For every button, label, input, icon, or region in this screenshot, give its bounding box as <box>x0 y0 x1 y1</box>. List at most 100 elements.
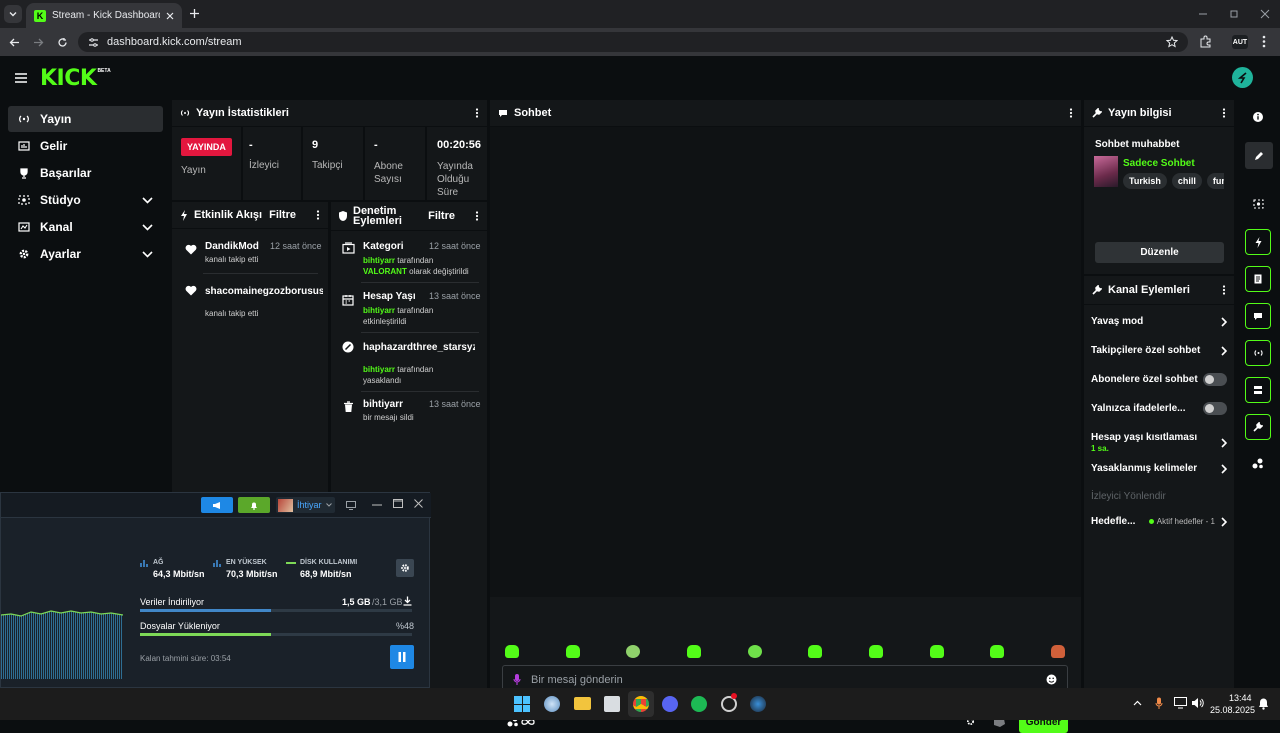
emote-button[interactable] <box>686 645 701 658</box>
chrome-icon[interactable] <box>633 696 649 712</box>
chat-messages-area[interactable] <box>490 127 1081 597</box>
studio-icon[interactable] <box>1253 199 1264 209</box>
minimize-window-icon[interactable] <box>1198 9 1208 19</box>
chevron-down-icon[interactable] <box>142 223 153 231</box>
followers-only-row[interactable]: Takipçilere özel sohbet <box>1091 345 1227 356</box>
emote-button[interactable] <box>990 645 1005 658</box>
more-options-icon[interactable] <box>1222 285 1226 295</box>
emote-button[interactable] <box>565 645 580 658</box>
address-bar[interactable]: dashboard.kick.com/stream <box>78 32 1188 52</box>
rail-stream-info-button[interactable] <box>1245 414 1271 440</box>
file-explorer-icon[interactable] <box>574 697 591 710</box>
account-age-row[interactable]: Hesap yaşı kısıtlaması 1 sa. <box>1091 432 1227 453</box>
microphone-icon[interactable] <box>1155 697 1163 710</box>
app-icon[interactable] <box>604 696 620 712</box>
edit-button[interactable]: Düzenle <box>1095 242 1224 263</box>
goals-row[interactable]: Hedefle... Aktif hedefler - 1 <box>1091 516 1227 527</box>
activity-filter-button[interactable]: Filtre <box>269 209 296 221</box>
browser-menu-icon[interactable] <box>1262 35 1266 48</box>
moderation-filter-button[interactable]: Filtre <box>428 210 455 222</box>
slow-mode-row[interactable]: Yavaş mod <box>1091 316 1227 327</box>
rail-channel-actions-button[interactable] <box>1245 377 1271 403</box>
category-name[interactable]: Sadece Sohbet <box>1123 158 1195 169</box>
network-icon[interactable] <box>1174 697 1187 709</box>
site-info-icon[interactable] <box>88 37 99 48</box>
tab-search-button[interactable] <box>4 5 22 23</box>
tag-chip[interactable]: funny <box>1206 173 1224 189</box>
tag-chip[interactable]: chill <box>1171 173 1202 189</box>
points-icon[interactable] <box>1252 458 1264 469</box>
emote-button[interactable] <box>868 645 883 658</box>
sidebar-item-basarilar[interactable]: Başarılar <box>8 160 163 186</box>
clock-date[interactable]: 25.08.2025 <box>1210 705 1255 715</box>
download-progress-fill <box>140 609 271 612</box>
new-tab-icon[interactable] <box>189 8 200 19</box>
more-options-icon[interactable] <box>1069 108 1073 118</box>
notification-button[interactable] <box>238 497 270 513</box>
rail-moderation-button[interactable] <box>1245 266 1271 292</box>
clock-time[interactable]: 13:44 <box>1229 693 1252 703</box>
banned-words-row[interactable]: Yasaklanmış kelimeler <box>1091 463 1227 474</box>
kick-logo[interactable]: KICK BETA <box>40 66 111 91</box>
reload-icon[interactable] <box>57 37 68 48</box>
maximize-icon[interactable] <box>393 499 403 508</box>
close-icon[interactable] <box>166 12 174 20</box>
upload-progress-fill <box>140 633 271 636</box>
volume-icon[interactable] <box>1191 697 1204 709</box>
sidebar-item-kanal[interactable]: Kanal <box>8 214 163 240</box>
category-thumbnail[interactable] <box>1094 156 1118 187</box>
overlay-settings-button[interactable] <box>396 559 414 577</box>
pause-button[interactable] <box>390 645 414 669</box>
sidebar-item-gelir[interactable]: Gelir <box>8 133 163 159</box>
emote-button[interactable] <box>929 645 944 658</box>
subscribers-only-toggle[interactable] <box>1203 373 1227 386</box>
browser-tab-bar: K Stream - Kick Dashboard <box>0 0 1280 28</box>
emote-button[interactable] <box>747 645 762 658</box>
profile-avatar[interactable]: AUT <box>1232 35 1248 49</box>
emoji-icon[interactable] <box>1046 674 1057 685</box>
monitor-icon[interactable] <box>346 501 356 510</box>
spotify-icon[interactable] <box>691 696 707 712</box>
emotes-only-toggle[interactable] <box>1203 402 1227 415</box>
edit-layout-button[interactable] <box>1245 142 1273 169</box>
uptime-label: Yayında Olduğu Süre <box>437 161 473 198</box>
discord-icon[interactable] <box>662 696 678 712</box>
account-dropdown[interactable]: İhtiyar <box>276 497 335 513</box>
extensions-icon[interactable] <box>1199 35 1212 48</box>
chevron-up-icon[interactable] <box>1133 700 1142 706</box>
close-window-icon[interactable] <box>1260 9 1270 19</box>
emote-button[interactable] <box>626 645 641 658</box>
emote-button[interactable] <box>505 645 519 658</box>
chevron-down-icon[interactable] <box>142 250 153 258</box>
chevron-down-icon[interactable] <box>142 196 153 204</box>
bookmark-star-icon[interactable] <box>1166 36 1178 48</box>
hamburger-menu-icon[interactable] <box>15 73 27 83</box>
tag-chip[interactable]: Turkish <box>1123 173 1167 189</box>
forward-icon[interactable] <box>33 37 44 48</box>
rail-stats-button[interactable] <box>1245 340 1271 366</box>
sidebar-item-yayin[interactable]: Yayın <box>8 106 163 132</box>
back-icon[interactable] <box>9 37 20 48</box>
more-options-icon[interactable] <box>316 210 320 220</box>
rail-chat-button[interactable] <box>1245 303 1271 329</box>
minimize-icon[interactable] <box>372 504 382 506</box>
emote-button[interactable] <box>1050 645 1065 658</box>
more-options-icon[interactable] <box>475 211 479 221</box>
microphone-icon[interactable] <box>513 673 521 686</box>
sidebar-item-studyo[interactable]: Stüdyo <box>8 187 163 213</box>
close-icon[interactable] <box>414 499 423 508</box>
announce-button[interactable] <box>201 497 233 513</box>
sidebar-item-ayarlar[interactable]: Ayarlar <box>8 241 163 267</box>
notification-bell-icon[interactable] <box>1258 697 1269 710</box>
steam-icon[interactable] <box>750 696 766 712</box>
restore-window-icon[interactable] <box>1229 9 1239 19</box>
start-icon[interactable] <box>514 696 530 712</box>
browser-tab[interactable]: K Stream - Kick Dashboard <box>26 3 182 28</box>
rail-activity-button[interactable] <box>1245 229 1271 255</box>
info-icon[interactable] <box>1253 112 1263 122</box>
app-icon[interactable] <box>544 696 560 712</box>
user-avatar[interactable] <box>1232 67 1253 88</box>
more-options-icon[interactable] <box>475 108 479 118</box>
more-options-icon[interactable] <box>1222 108 1226 118</box>
emote-button[interactable] <box>808 645 823 658</box>
